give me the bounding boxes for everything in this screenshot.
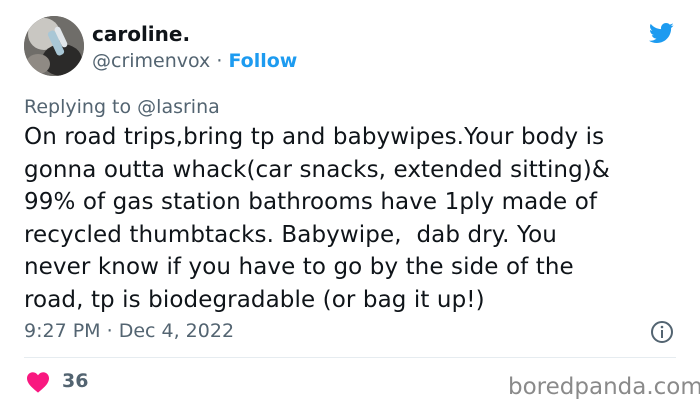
timestamp[interactable]: 9:27 PM · Dec 4, 2022 <box>24 320 234 342</box>
handle-row: @crimenvox · Follow <box>92 50 297 72</box>
separator-dot: · <box>216 50 223 72</box>
tweet-time: 9:27 PM <box>24 320 101 342</box>
tweet-date: Dec 4, 2022 <box>118 320 235 342</box>
tweet-line: road, tp is biodegradable (or bag it up!… <box>24 286 485 313</box>
divider <box>24 357 676 358</box>
info-icon[interactable] <box>650 320 674 344</box>
reply-handle[interactable]: @lasrina <box>137 96 220 118</box>
twitter-bird-icon[interactable] <box>646 20 676 46</box>
like-count: 36 <box>62 370 89 392</box>
replying-to: Replying to @lasrina <box>24 96 220 118</box>
display-name[interactable]: caroline. <box>92 22 190 46</box>
user-handle[interactable]: @crimenvox <box>92 50 210 72</box>
separator-dot: · <box>106 320 113 342</box>
avatar[interactable] <box>24 16 84 76</box>
tweet-card: caroline. @crimenvox · Follow Replying t… <box>0 0 700 410</box>
follow-button[interactable]: Follow <box>228 50 297 72</box>
reply-prefix: Replying to <box>24 96 132 118</box>
heart-icon[interactable] <box>26 371 50 393</box>
tweet-line: On road trips,bring tp and babywipes.You… <box>24 124 605 150</box>
watermark: boredpanda.com <box>508 374 700 400</box>
tweet-line: gonna outta whack(car snacks, extended s… <box>24 156 610 183</box>
avatar-photo <box>24 16 84 76</box>
tweet-line: never know if you have to go by the side… <box>24 254 574 280</box>
tweet-line: 99% of gas station bathrooms have 1ply m… <box>24 189 598 215</box>
tweet-line: recycled thumbtacks. Babywipe, dab dry. … <box>24 221 557 248</box>
tweet-text: On road trips,bring tp and babywipes.You… <box>24 121 684 316</box>
